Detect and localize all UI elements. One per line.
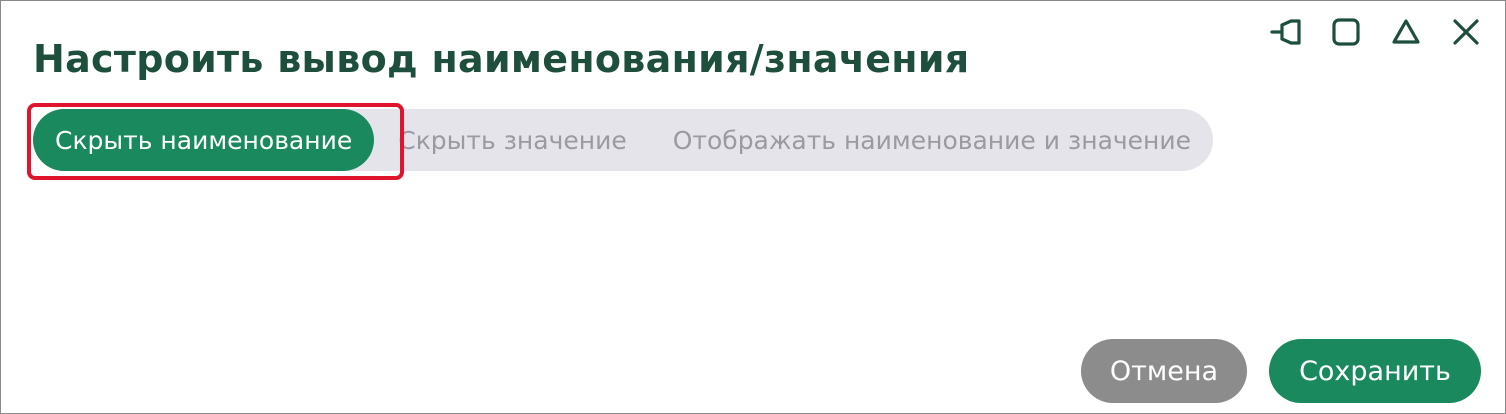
maximize-icon[interactable] bbox=[1327, 15, 1365, 49]
option-hide-value[interactable]: Скрыть значение bbox=[374, 109, 651, 171]
display-mode-selector: Скрыть наименование Скрыть значение Отоб… bbox=[33, 109, 1214, 171]
pin-icon[interactable] bbox=[1267, 15, 1305, 49]
save-button[interactable]: Сохранить bbox=[1269, 339, 1481, 403]
option-show-name-and-value[interactable]: Отображать наименование и значение bbox=[651, 109, 1191, 171]
close-icon[interactable] bbox=[1447, 15, 1485, 49]
window-controls bbox=[1267, 15, 1485, 49]
cancel-button[interactable]: Отмена bbox=[1081, 339, 1247, 403]
dialog-title: Настроить вывод наименования/значения bbox=[33, 37, 970, 81]
settings-dialog: Настроить вывод наименования/значения Ск… bbox=[0, 0, 1506, 414]
option-hide-name[interactable]: Скрыть наименование bbox=[33, 109, 375, 171]
collapse-icon[interactable] bbox=[1387, 15, 1425, 49]
